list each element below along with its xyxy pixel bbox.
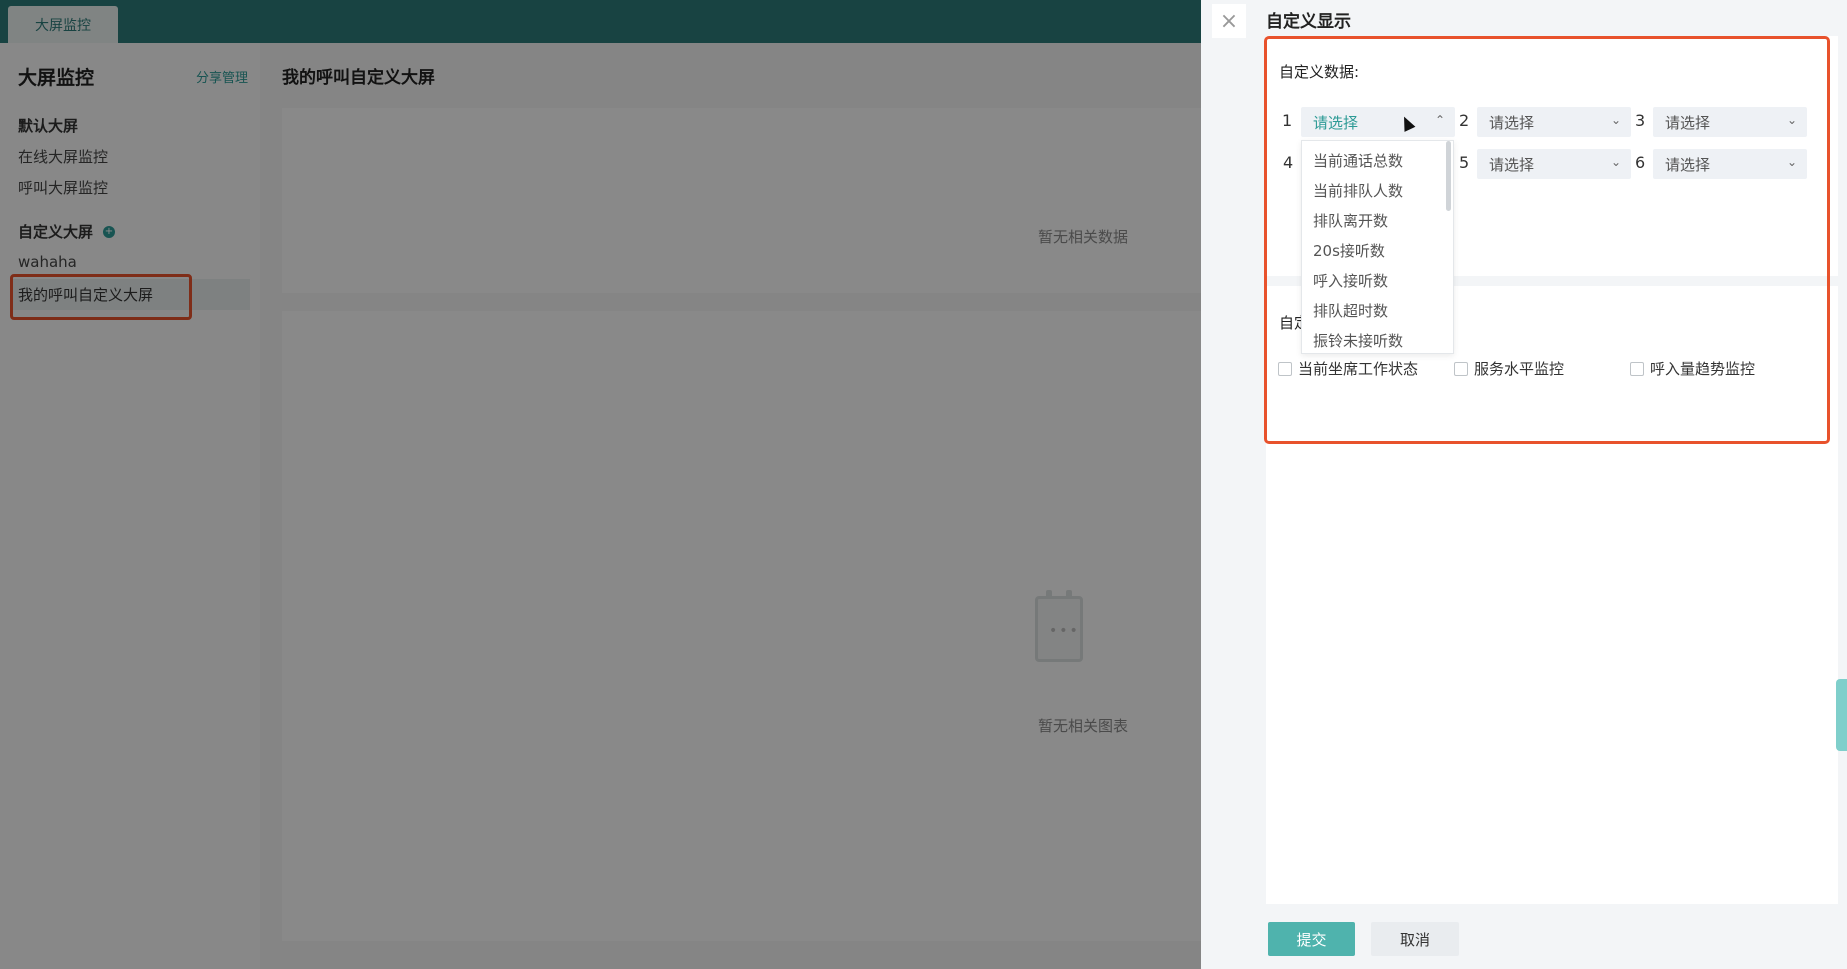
submit-button[interactable]: 提交 — [1268, 922, 1355, 956]
cancel-button[interactable]: 取消 — [1371, 922, 1459, 956]
panel-title: 自定义显示 — [1266, 12, 1351, 32]
panel-highlight-frame — [1264, 36, 1830, 444]
close-icon[interactable]: × — [1212, 4, 1246, 38]
floating-side-tab[interactable] — [1836, 679, 1847, 751]
modal-overlay[interactable] — [0, 0, 1246, 969]
